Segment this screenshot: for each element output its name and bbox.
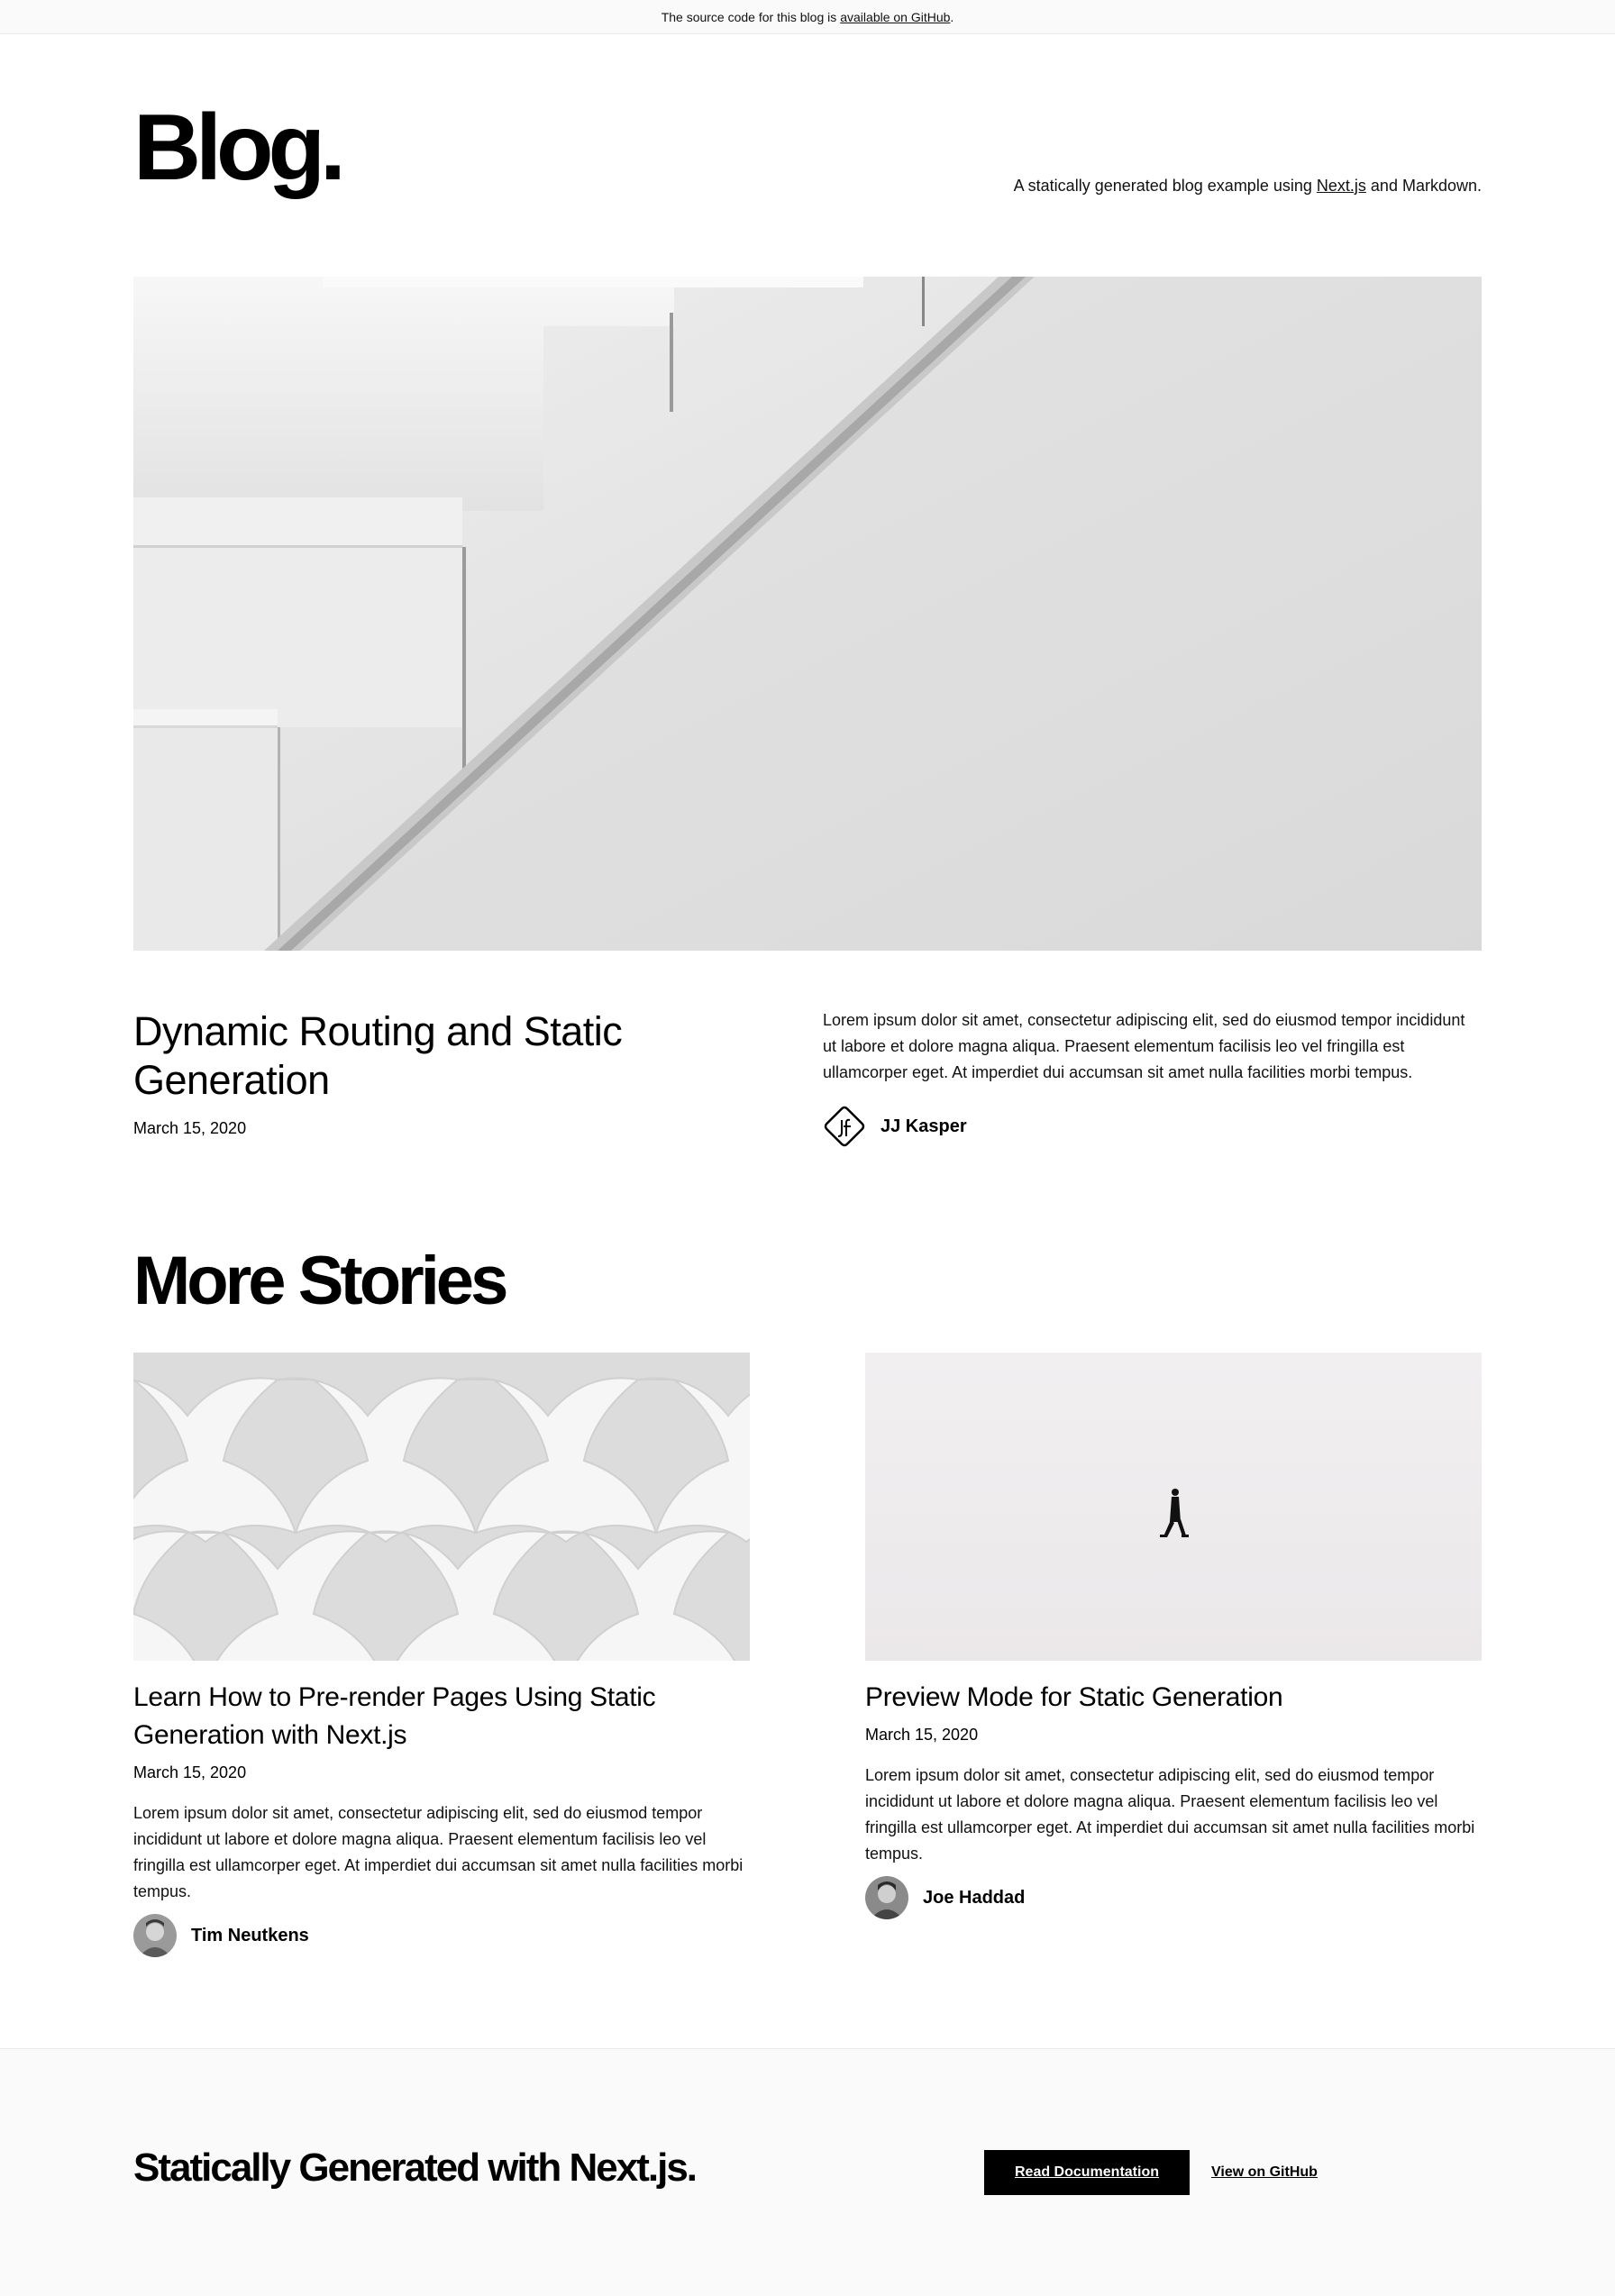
read-documentation-button[interactable]: Read Documentation — [984, 2150, 1190, 2195]
story-excerpt: Lorem ipsum dolor sit amet, consectetur … — [865, 1766, 1475, 1863]
view-on-github-link[interactable]: View on GitHub — [1211, 2150, 1318, 2195]
nextjs-link[interactable]: Next.js — [1317, 177, 1366, 195]
site-tagline: A statically generated blog example usin… — [1014, 177, 1482, 196]
author-avatar — [865, 1876, 908, 1919]
story-date: March 15, 2020 — [133, 1763, 247, 1781]
story-title[interactable]: Preview Mode for Static Generation — [865, 1679, 1482, 1717]
top-banner: The source code for this blog is availab… — [0, 0, 1615, 34]
page-container: Blog. A statically generated blog exampl… — [133, 34, 1482, 1957]
staircase-illustration — [133, 277, 1482, 951]
story-title[interactable]: Learn How to Pre-render Pages Using Stat… — [133, 1679, 750, 1754]
author-name: Tim Neutkens — [191, 1925, 309, 1945]
github-source-link[interactable]: available on GitHub — [840, 10, 950, 24]
author-name: Joe Haddad — [923, 1887, 1026, 1908]
hero-cover-image[interactable] — [133, 277, 1482, 951]
banner-suffix: . — [950, 9, 954, 24]
author-avatar — [133, 1914, 177, 1957]
jj-kasper-logo-icon — [824, 1106, 865, 1147]
site-footer: Statically Generated with Next.js. Read … — [0, 2048, 1615, 2296]
story-cover-image[interactable] — [133, 1353, 750, 1661]
hero-post-excerpt: Lorem ipsum dolor sit amet, consectetur … — [823, 1011, 1465, 1081]
hero-post-date: March 15, 2020 — [133, 1119, 247, 1137]
story-card: Preview Mode for Static Generation March… — [865, 1353, 1482, 1919]
story-cover-image[interactable] — [865, 1353, 1482, 1661]
site-header: Blog. A statically generated blog exampl… — [133, 34, 1482, 241]
hero-post: Dynamic Routing and Static Generation Ma… — [133, 1007, 1482, 1152]
footer-inner: Statically Generated with Next.js. Read … — [133, 2049, 1482, 2296]
person-avatar-icon — [865, 1876, 908, 1919]
story-author: Joe Haddad — [865, 1876, 1482, 1919]
site-logo[interactable]: Blog. — [133, 101, 346, 195]
hero-post-author: JJ Kasper — [823, 1105, 967, 1148]
lattice-illustration — [133, 1353, 750, 1661]
tagline-prefix: A statically generated blog example usin… — [1013, 177, 1312, 195]
story-author: Tim Neutkens — [133, 1914, 750, 1957]
story-date: March 15, 2020 — [865, 1726, 979, 1744]
story-card: Learn How to Pre-render Pages Using Stat… — [133, 1353, 750, 1957]
author-name: JJ Kasper — [880, 1116, 967, 1136]
tagline-suffix: and Markdown. — [1370, 177, 1482, 195]
more-stories-heading: More Stories — [133, 1243, 508, 1319]
footer-title: Statically Generated with Next.js. — [133, 2146, 698, 2190]
story-excerpt: Lorem ipsum dolor sit amet, consectetur … — [133, 1804, 744, 1900]
hero-post-title[interactable]: Dynamic Routing and Static Generation — [133, 1007, 710, 1105]
person-avatar-icon — [133, 1914, 177, 1957]
author-avatar — [823, 1105, 866, 1148]
banner-text: The source code for this blog is — [661, 9, 837, 24]
walking-person-illustration — [865, 1353, 1482, 1661]
